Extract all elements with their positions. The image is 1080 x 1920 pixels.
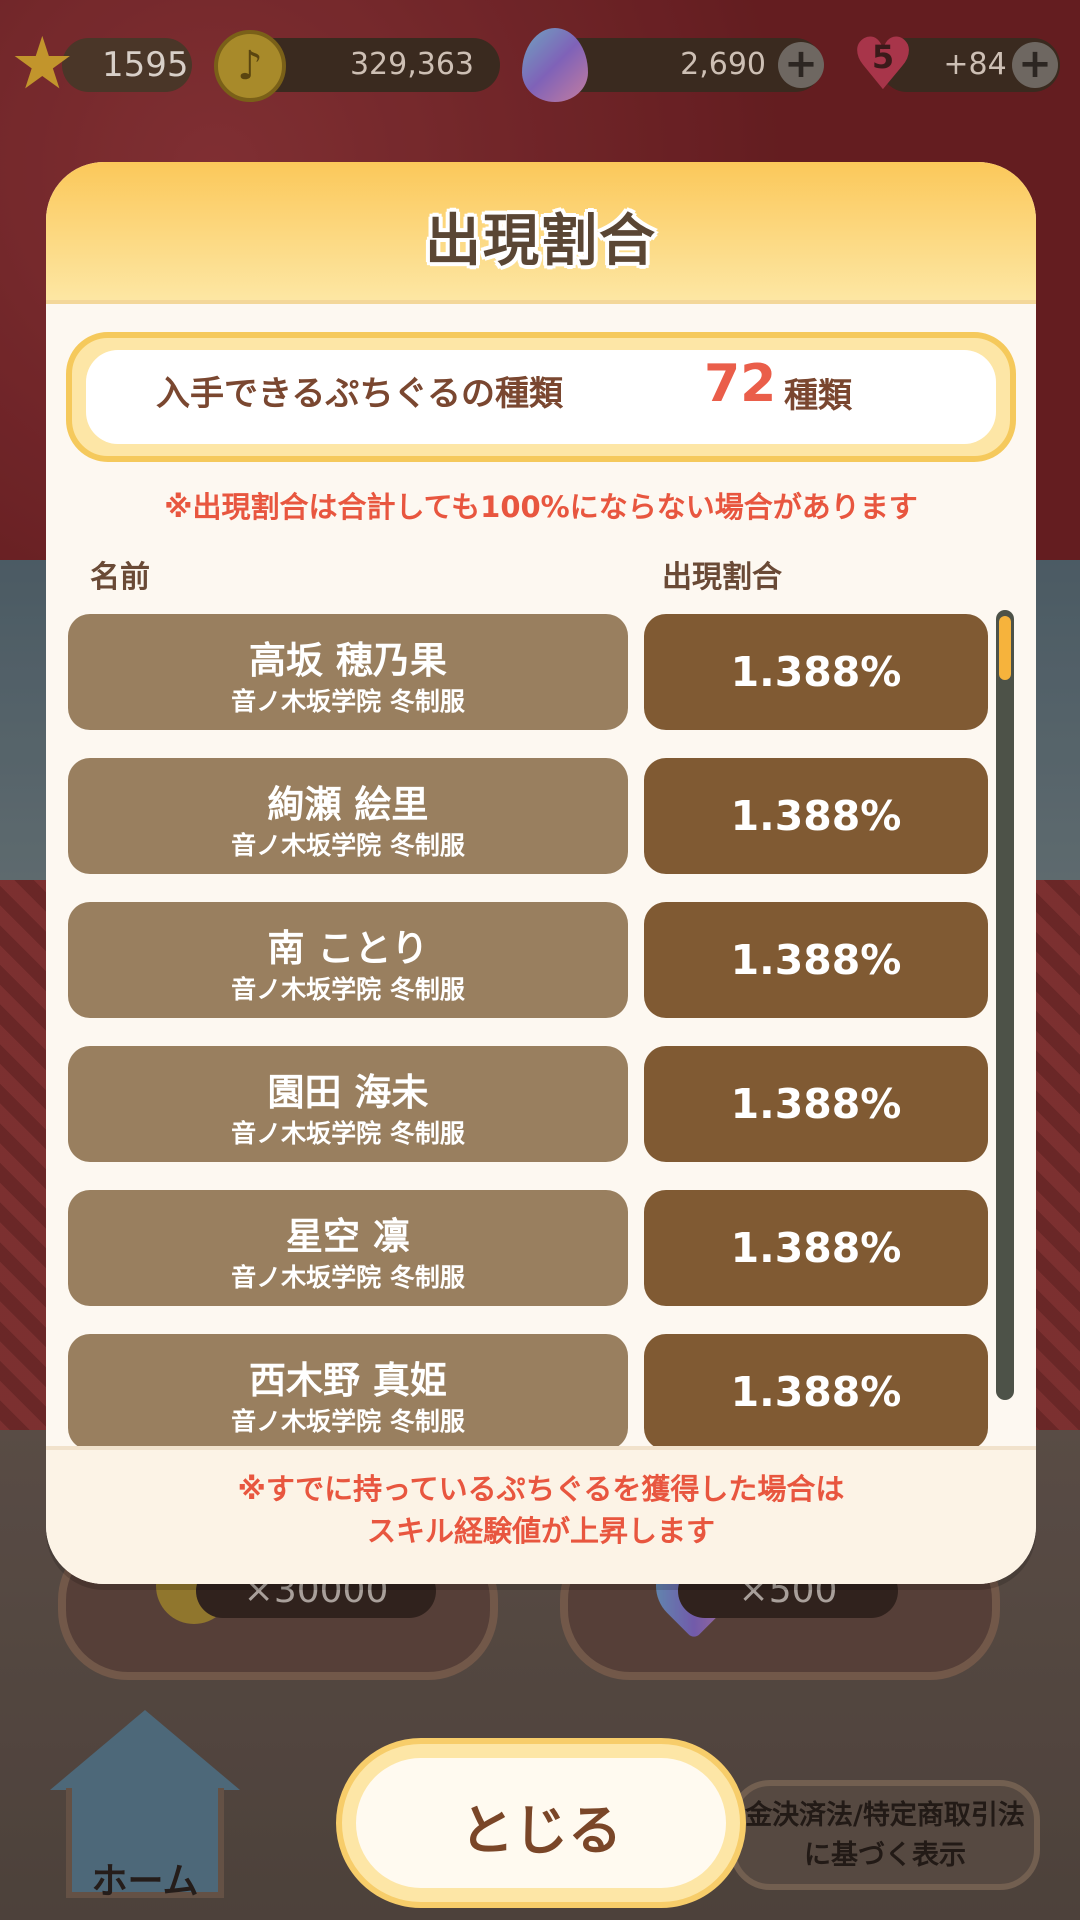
name-cell: 星空 凛 音ノ木坂学院 冬制服 xyxy=(68,1190,628,1306)
rate-cell: 1.388% xyxy=(644,758,988,874)
rate-value: 1.388% xyxy=(730,1080,902,1128)
rate-cell: 1.388% xyxy=(644,1334,988,1450)
scrollbar[interactable] xyxy=(996,610,1014,1400)
duplicate-note: ※すでに持っているぷちぐるを獲得した場合は スキル経験値が上昇します xyxy=(46,1468,1036,1552)
star-icon: ★ xyxy=(10,21,75,105)
add-gems-button[interactable]: + xyxy=(778,42,824,88)
scrollbar-thumb[interactable] xyxy=(999,616,1011,680)
heart-count: 5 xyxy=(871,38,895,76)
rate-disclaimer: ※出現割合は合計しても100%にならない場合があります xyxy=(164,490,918,524)
character-name: 西木野 真姫 xyxy=(249,1359,447,1402)
rate-value: 1.388% xyxy=(730,1368,902,1416)
rate-cell: 1.388% xyxy=(644,1046,988,1162)
list-item: 星空 凛 音ノ木坂学院 冬制服 1.388% xyxy=(68,1190,998,1306)
rate-value: 1.388% xyxy=(730,936,902,984)
character-outfit: 音ノ木坂学院 冬制服 xyxy=(231,1407,465,1436)
dialog-title: 出現割合 xyxy=(425,209,657,274)
close-button[interactable]: とじる xyxy=(336,1738,746,1908)
character-outfit: 音ノ木坂学院 冬制服 xyxy=(231,975,465,1004)
duplicate-note-line-1: ※すでに持っているぷちぐるを獲得した場合は xyxy=(237,1472,845,1506)
list-item: 西木野 真姫 音ノ木坂学院 冬制服 1.388% xyxy=(68,1334,998,1450)
character-outfit: 音ノ木坂学院 冬制服 xyxy=(231,1119,465,1148)
list-item: 園田 海未 音ノ木坂学院 冬制服 1.388% xyxy=(68,1046,998,1162)
available-types-unit: 種類 xyxy=(784,376,852,416)
header-divider xyxy=(46,300,1036,304)
character-name: 絢瀬 絵里 xyxy=(267,783,429,826)
rate-value: 1.388% xyxy=(730,792,902,840)
drop-rate-dialog: 出現割合 入手できるぷちぐるの種類 72 種類 ※出現割合は合計しても100%に… xyxy=(46,162,1036,1584)
character-name: 星空 凛 xyxy=(286,1215,410,1258)
rate-cell: 1.388% xyxy=(644,614,988,730)
add-hearts-button[interactable]: + xyxy=(1012,42,1058,88)
available-types-box: 入手できるぷちぐるの種類 72 種類 xyxy=(66,332,1016,462)
name-cell: 高坂 穂乃果 音ノ木坂学院 冬制服 xyxy=(68,614,628,730)
character-name: 南 ことり xyxy=(267,927,429,970)
character-name: 高坂 穂乃果 xyxy=(249,639,447,682)
name-cell: 西木野 真姫 音ノ木坂学院 冬制服 xyxy=(68,1334,628,1450)
rate-value: 1.388% xyxy=(730,648,902,696)
rate-cell: 1.388% xyxy=(644,1190,988,1306)
dialog-footer: ※すでに持っているぷちぐるを獲得した場合は スキル経験値が上昇します xyxy=(46,1446,1036,1584)
coin-icon: ♪ xyxy=(214,30,286,102)
rate-value: 1.388% xyxy=(730,1224,902,1272)
name-cell: 絢瀬 絵里 音ノ木坂学院 冬制服 xyxy=(68,758,628,874)
column-header-name: 名前 xyxy=(90,560,150,595)
rate-list[interactable]: 高坂 穂乃果 音ノ木坂学院 冬制服 1.388% 絢瀬 絵里 音ノ木坂学院 冬制… xyxy=(46,612,1036,1584)
character-name: 園田 海未 xyxy=(267,1071,429,1114)
character-outfit: 音ノ木坂学院 冬制服 xyxy=(231,1263,465,1292)
player-level: 1595 xyxy=(62,38,192,92)
list-item: 南 ことり 音ノ木坂学院 冬制服 1.388% xyxy=(68,902,998,1018)
character-outfit: 音ノ木坂学院 冬制服 xyxy=(231,687,465,716)
character-outfit: 音ノ木坂学院 冬制服 xyxy=(231,831,465,860)
available-types-count: 72 xyxy=(704,354,777,414)
column-header-rate: 出現割合 xyxy=(662,560,782,595)
name-cell: 南 ことり 音ノ木坂学院 冬制服 xyxy=(68,902,628,1018)
name-cell: 園田 海未 音ノ木坂学院 冬制服 xyxy=(68,1046,628,1162)
list-item: 絢瀬 絵里 音ノ木坂学院 冬制服 1.388% xyxy=(68,758,998,874)
duplicate-note-line-2: スキル経験値が上昇します xyxy=(366,1514,715,1548)
close-button-label: とじる xyxy=(460,1799,622,1862)
close-button-inner: とじる xyxy=(356,1758,726,1888)
list-item: 高坂 穂乃果 音ノ木坂学院 冬制服 1.388% xyxy=(68,614,998,730)
rate-cell: 1.388% xyxy=(644,902,988,1018)
available-types-label: 入手できるぷちぐるの種類 xyxy=(156,374,563,414)
